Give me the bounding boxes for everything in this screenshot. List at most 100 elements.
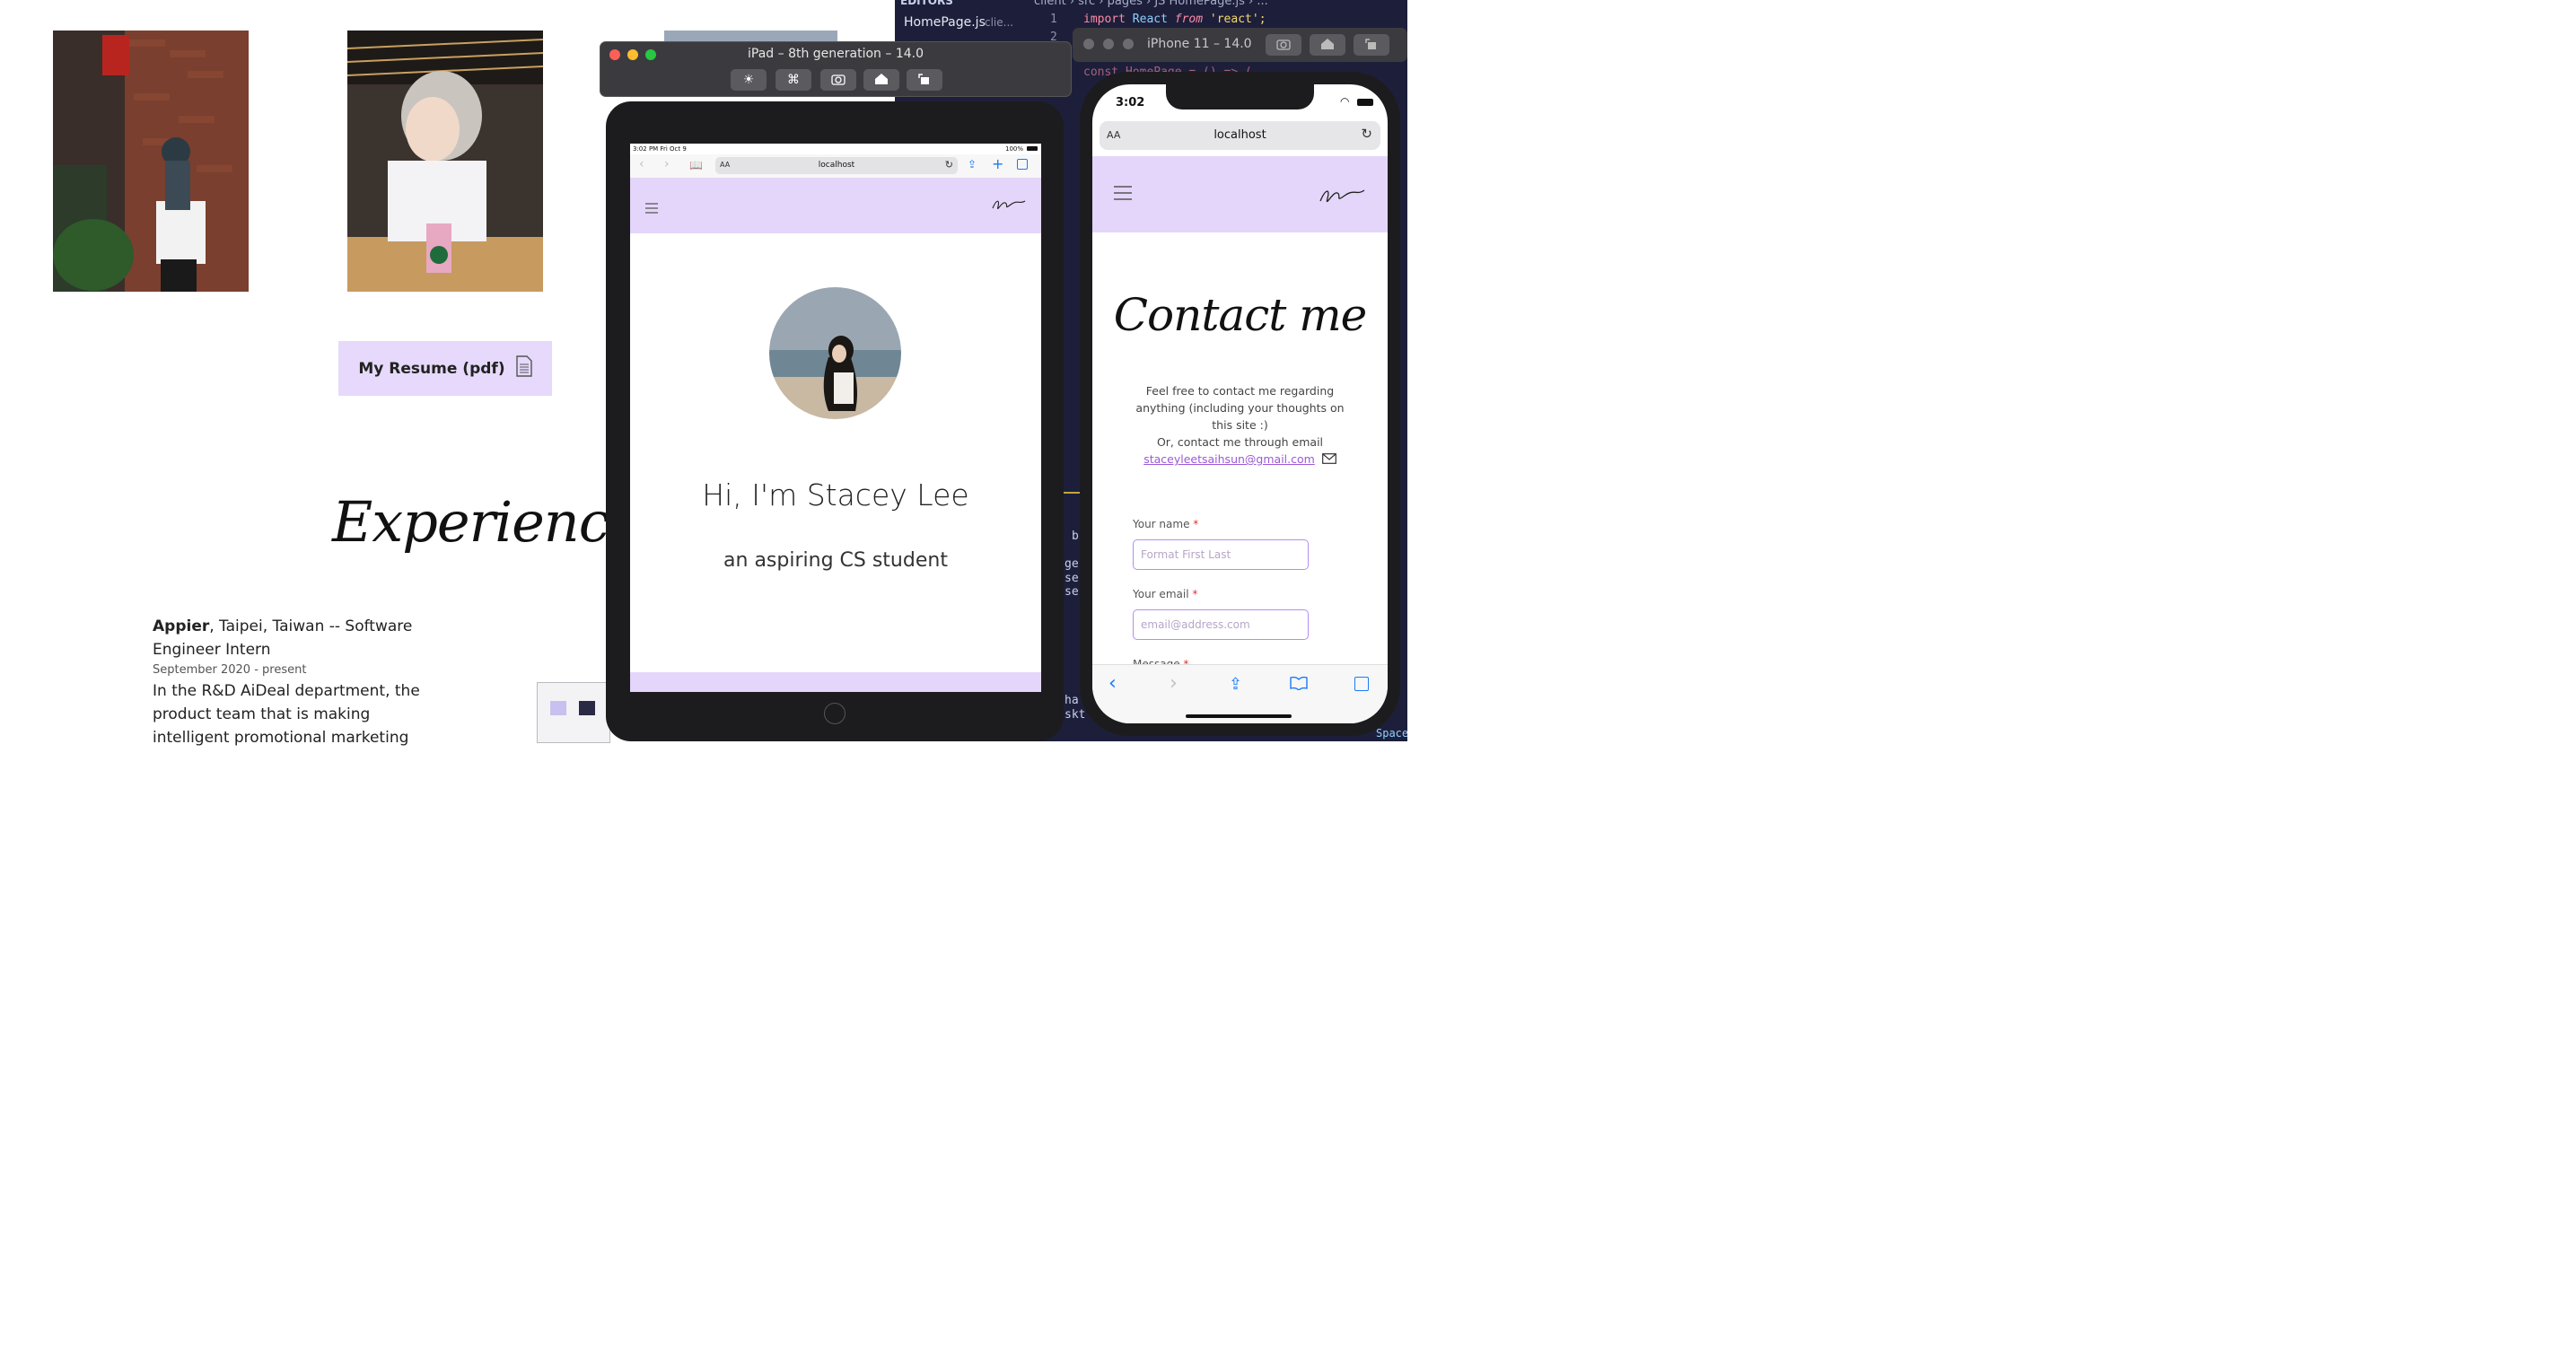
reload-icon[interactable]: ↻ [1361, 126, 1372, 142]
code-fragment-4: se [1065, 585, 1079, 599]
ipad-status-time: 3:02 PM Fri Oct 9 [633, 145, 687, 153]
forward-icon[interactable]: › [1170, 672, 1178, 695]
bookmarks-icon[interactable]: 📖 [689, 159, 703, 171]
sun-icon: ☀ [742, 73, 755, 87]
ipad-site-header [630, 178, 1041, 233]
back-icon[interactable]: ‹ [639, 157, 644, 171]
document-icon [515, 355, 532, 381]
iphone-notch [1166, 84, 1314, 109]
battery-icon [1357, 99, 1373, 106]
ipad-device: 3:02 PM Fri Oct 9 100% ‹ › 📖 AA localhos… [606, 101, 1064, 741]
window-thumbnail[interactable] [537, 682, 610, 743]
home-indicator [1186, 714, 1292, 718]
contact-title: Contact me [1113, 289, 1367, 341]
contact-intro: Feel free to contact me regarding anythi… [1092, 382, 1388, 468]
email-input[interactable]: email@address.com [1133, 609, 1309, 640]
hero-greeting: Hi, I'm Stacey Lee [702, 477, 969, 512]
name-input[interactable]: Format First Last [1133, 539, 1309, 570]
file-tab-hint: clie... [985, 16, 1014, 29]
email-label-text: Your email [1133, 588, 1189, 600]
ipad-address-bar[interactable]: AA localhost ↻ [715, 157, 958, 174]
resume-pdf-button[interactable]: My Resume (pdf) [338, 341, 552, 396]
ipad-screen: 3:02 PM Fri Oct 9 100% ‹ › 📖 AA localhos… [630, 144, 1041, 692]
ipad-status-bar: 3:02 PM Fri Oct 9 100% [630, 144, 1041, 154]
forward-icon[interactable]: › [664, 157, 670, 171]
profile-avatar [769, 287, 901, 419]
iphone-close-button[interactable] [1083, 39, 1094, 49]
screenshot-button[interactable] [820, 69, 856, 91]
ipad-footer-strip [630, 672, 1041, 692]
brightness-button[interactable]: ☀ [731, 69, 767, 91]
bookmarks-icon[interactable] [1290, 676, 1308, 694]
tabs-icon[interactable] [1017, 159, 1028, 170]
hero-subtitle: an aspiring CS student [723, 549, 948, 572]
code-react: React [1132, 13, 1168, 26]
add-tab-icon[interactable]: + [992, 155, 1003, 172]
camera-icon [1276, 37, 1291, 54]
email-link[interactable]: staceyleetsaihsun@gmail.com [1143, 452, 1315, 466]
required-mark: * [1192, 588, 1198, 600]
back-icon[interactable]: ‹ [1108, 672, 1117, 695]
intro-line-1: Feel free to contact me regarding [1145, 384, 1335, 398]
rotate-button[interactable] [907, 69, 942, 91]
hamburger-menu-icon[interactable] [1114, 186, 1132, 204]
intro-line-2: anything (including your thoughts on [1135, 401, 1345, 415]
email-label: Your email * [1133, 588, 1197, 600]
file-tab-name: HomePage.js [904, 15, 986, 30]
rotate-icon [1364, 37, 1379, 54]
photo-1 [53, 31, 249, 292]
signature-logo[interactable] [1316, 183, 1370, 212]
code-from: from [1174, 13, 1204, 26]
code-string: 'react'; [1209, 13, 1266, 26]
home-icon [1320, 37, 1335, 54]
iphone-device: 3:02 ◠ AA localhost ↻ Contact me Feel fr… [1080, 72, 1400, 736]
home-icon [874, 72, 889, 89]
envelope-icon[interactable] [1321, 451, 1336, 468]
location-role: , Taipei, Taiwan -- Software [209, 617, 413, 635]
experience-dates: September 2020 - present [153, 663, 307, 677]
intro-line-3: this site :) [1212, 418, 1268, 432]
iphone-home-button[interactable] [1310, 34, 1345, 56]
iphone-minimize-button[interactable] [1103, 39, 1114, 49]
code-line-1: import React from 'react'; [1083, 13, 1266, 26]
intro-line-4: Or, contact me through email [1156, 435, 1324, 449]
name-label-text: Your name [1133, 518, 1190, 530]
email-placeholder: email@address.com [1141, 618, 1250, 631]
home-button[interactable] [863, 69, 899, 91]
iphone-zoom-button[interactable] [1123, 39, 1134, 49]
camera-icon [831, 72, 846, 89]
battery-icon [1027, 146, 1038, 151]
editor-breadcrumb: client › src › pages › JS HomePage.js › … [1034, 0, 1268, 8]
iphone-address-bar[interactable]: AA localhost ↻ [1100, 121, 1380, 150]
code-fragment-3: se [1065, 572, 1079, 585]
photo-2 [347, 31, 543, 292]
share-icon[interactable]: ⇪ [1229, 675, 1242, 694]
iphone-screenshot-button[interactable] [1266, 34, 1301, 56]
open-file-item[interactable]: HomePage.js clie... [895, 11, 1021, 34]
signature-logo[interactable] [989, 196, 1029, 217]
rotate-icon [917, 72, 932, 89]
code-fragment-5: ha [1065, 694, 1079, 707]
wifi-icon: ◠ [1340, 95, 1350, 108]
experience-desc-1: In the R&D AiDeal department, the [153, 682, 420, 700]
experience-entry: Appier, Taipei, Taiwan -- Software Engin… [153, 615, 422, 749]
iphone-safari-bottom-bar: ‹ › ⇪ [1092, 664, 1388, 723]
tabs-icon[interactable] [1354, 677, 1369, 691]
code-fragment-2: ge [1065, 557, 1079, 571]
iphone-simulator-titlebar[interactable]: iPhone 11 – 14.0 [1073, 28, 1407, 62]
open-editors-label: EDITORS [900, 0, 953, 7]
iphone-window-title: iPhone 11 – 14.0 [1147, 37, 1252, 51]
ipad-url: localhost [818, 161, 855, 170]
experience-desc-3: intelligent promotional marketing [153, 729, 409, 747]
iphone-screen: 3:02 ◠ AA localhost ↻ Contact me Feel fr… [1092, 84, 1388, 723]
hamburger-menu-icon[interactable] [645, 200, 658, 217]
iphone-rotate-button[interactable] [1354, 34, 1389, 56]
status-bar-right[interactable]: Space [1376, 727, 1407, 740]
share-icon[interactable]: ⇪ [968, 158, 977, 171]
code-import: import [1083, 13, 1126, 26]
reload-icon[interactable]: ↻ [945, 159, 953, 171]
ipad-home-button[interactable] [824, 703, 846, 724]
name-placeholder: Format First Last [1141, 548, 1231, 561]
ipad-simulator-titlebar[interactable]: iPad – 8th generation – 14.0 ☀ ⌘ [600, 41, 1072, 97]
command-button[interactable]: ⌘ [775, 69, 811, 91]
